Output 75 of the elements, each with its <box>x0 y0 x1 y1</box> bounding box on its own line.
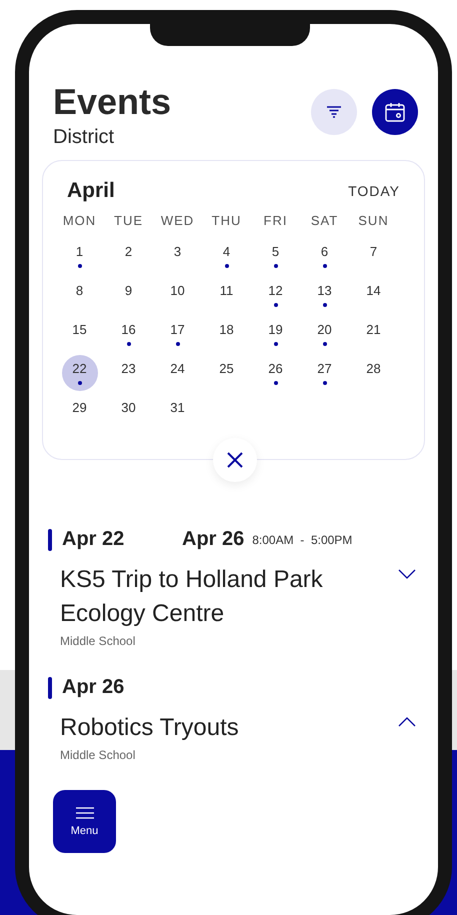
date-marker <box>48 676 52 698</box>
event-dot <box>274 264 278 268</box>
weekday-label: THU <box>210 212 242 230</box>
event-dot <box>322 380 326 384</box>
calendar-day[interactable]: 13 <box>306 276 342 312</box>
event-dot <box>78 264 82 268</box>
calendar-day[interactable]: 21 <box>356 316 392 352</box>
calendar-day[interactable]: 31 <box>160 394 196 430</box>
calendar-day[interactable]: 12 <box>258 276 294 312</box>
event-title: Robotics Tryouts <box>60 713 240 743</box>
calendar-day[interactable]: 18 <box>208 316 244 352</box>
event-dot <box>322 302 326 306</box>
calendar-day[interactable]: 24 <box>160 354 196 390</box>
event-time: 8:00AM - 5:00PM <box>252 532 352 546</box>
event-dot <box>322 264 326 268</box>
calendar-day[interactable]: 15 <box>62 316 98 352</box>
event-title: KS5 Trip to Holland Park Ecology Centre <box>60 565 324 629</box>
calendar-day[interactable]: 27 <box>306 354 342 390</box>
event-dot <box>224 264 228 268</box>
event-dot <box>274 342 278 346</box>
chevron-up-icon <box>398 717 416 727</box>
calendar-day[interactable]: 25 <box>208 354 244 390</box>
calendar-day[interactable]: 28 <box>356 354 392 390</box>
menu-button[interactable]: Menu <box>53 790 116 853</box>
event-dot <box>126 342 130 346</box>
calendar-day[interactable]: 10 <box>160 276 196 312</box>
menu-icon <box>76 806 94 818</box>
chevron-down-icon <box>398 569 416 579</box>
calendar-day[interactable]: 17 <box>160 316 196 352</box>
close-icon <box>227 452 243 468</box>
calendar-day[interactable]: 7 <box>356 238 392 274</box>
calendar-day[interactable]: 4 <box>208 238 244 274</box>
event-date: Apr 22 <box>62 528 126 551</box>
event-date: Apr 26 <box>62 676 124 699</box>
calendar-day[interactable]: 9 <box>110 276 146 312</box>
calendar-day[interactable]: 26 <box>258 354 294 390</box>
filter-icon <box>326 106 342 118</box>
calendar-day[interactable]: 11 <box>208 276 244 312</box>
weekday-label: FRI <box>262 212 288 230</box>
calendar-day[interactable]: 22 <box>62 354 98 390</box>
calendar-icon <box>384 101 406 123</box>
weekday-label: TUE <box>113 212 144 230</box>
weekday-label: MON <box>62 212 98 230</box>
weekday-label: SAT <box>310 212 340 230</box>
event-dot <box>274 302 278 306</box>
calendar-day[interactable]: 30 <box>110 394 146 430</box>
event-end-date: Apr 26 <box>182 528 244 551</box>
event-dot <box>322 342 326 346</box>
calendar-day[interactable]: 16 <box>110 316 146 352</box>
calendar-day[interactable]: 1 <box>62 238 98 274</box>
calendar-day[interactable]: 8 <box>62 276 98 312</box>
close-button[interactable] <box>213 438 257 482</box>
month-title: April <box>67 179 115 203</box>
calendar-day[interactable]: 23 <box>110 354 146 390</box>
page-subtitle: District <box>53 125 116 150</box>
today-button[interactable]: TODAY <box>348 183 400 199</box>
event-dot <box>78 380 82 384</box>
event-dot <box>176 342 180 346</box>
weekday-label: WED <box>160 212 196 230</box>
calendar-day[interactable]: 5 <box>258 238 294 274</box>
calendar-day[interactable]: 3 <box>160 238 196 274</box>
calendar-day[interactable]: 29 <box>62 394 98 430</box>
calendar-day[interactable]: 2 <box>110 238 146 274</box>
event-group: Middle School <box>60 634 380 648</box>
calendar-button[interactable] <box>372 89 418 135</box>
page-title: Events <box>53 80 172 124</box>
weekday-label: SUN <box>357 212 390 230</box>
date-marker <box>48 528 52 550</box>
calendar-day[interactable]: 20 <box>306 316 342 352</box>
event-group: Middle School <box>60 748 380 762</box>
calendar-day[interactable]: 14 <box>356 276 392 312</box>
filter-button[interactable] <box>311 89 357 135</box>
event-dot <box>274 380 278 384</box>
calendar-day[interactable]: 19 <box>258 316 294 352</box>
calendar-day[interactable]: 6 <box>306 238 342 274</box>
